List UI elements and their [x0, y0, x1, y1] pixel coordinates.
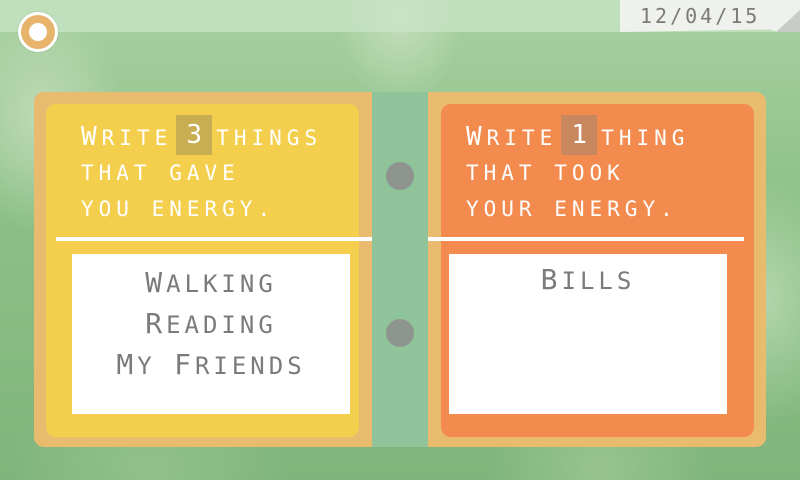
- right-divider: [428, 237, 744, 241]
- answer-item: WALKING: [145, 266, 277, 299]
- answer-item: READING: [145, 307, 277, 340]
- binder-ring-hole: [386, 162, 414, 190]
- menu-button-center: [29, 23, 47, 41]
- answer-item: BILLS: [540, 263, 636, 296]
- energy-taken-answer-box[interactable]: BILLS: [449, 254, 727, 414]
- binder-ring-hole: [386, 319, 414, 347]
- prompt-line: YOUR ENERGY.: [466, 197, 678, 221]
- energy-gained-answer-box[interactable]: WALKING READING MY FRIENDS: [72, 254, 350, 414]
- book-spine: [372, 92, 428, 447]
- date-tab: 12/04/15: [620, 0, 800, 32]
- prompt-word-write: WRITE: [466, 122, 558, 152]
- prompt-line: YOU ENERGY.: [81, 197, 276, 221]
- things-count-badge: 3: [176, 115, 213, 155]
- energy-gained-prompt: WRITE 3 THINGS THAT GAVE YOU ENERGY.: [81, 115, 323, 227]
- prompt-line: THAT GAVE: [81, 161, 240, 185]
- prompt-word-thing: THING: [601, 126, 690, 150]
- prompt-word-things: THINGS: [216, 126, 323, 150]
- date-label: 12/04/15: [640, 4, 761, 28]
- thing-count-badge: 1: [561, 115, 598, 155]
- energy-taken-prompt: WRITE 1 THING THAT TOOK YOUR ENERGY.: [466, 115, 690, 227]
- prompt-word-write: WRITE: [81, 122, 173, 152]
- menu-button[interactable]: [18, 12, 58, 52]
- left-divider: [56, 237, 372, 241]
- answer-item: MY FRIENDS: [116, 348, 306, 381]
- prompt-line: THAT TOOK: [466, 161, 625, 185]
